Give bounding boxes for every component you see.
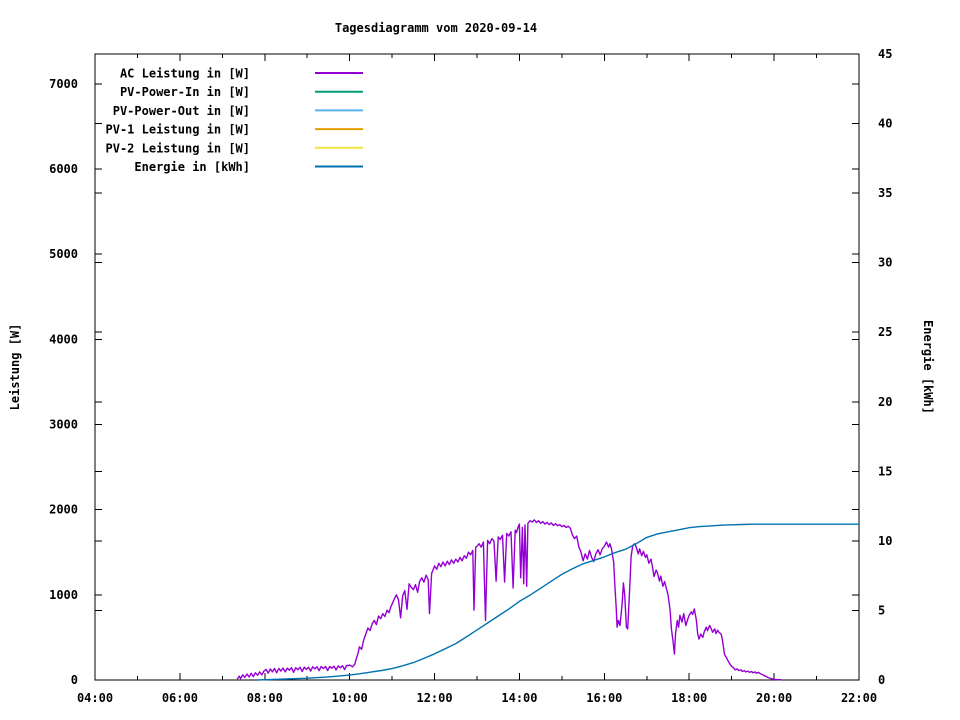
x-tick-label: 18:00 xyxy=(671,691,707,705)
y1-tick-label: 3000 xyxy=(49,417,78,431)
x-tick-label: 14:00 xyxy=(501,691,537,705)
legend-entry-label: PV-2 Leistung in [W] xyxy=(106,141,251,155)
y2-tick-label: 40 xyxy=(878,117,892,131)
y1-tick-label: 5000 xyxy=(49,247,78,261)
legend: AC Leistung in [W] PV-Power-In in [W] PV-P… xyxy=(106,67,363,174)
energie-curve xyxy=(257,523,859,681)
y2-tick-label: 35 xyxy=(878,186,892,200)
legend-entry-label: PV-Power-In in [W] xyxy=(120,85,250,99)
y2-tick-label: 10 xyxy=(878,534,892,548)
data-curves xyxy=(236,519,859,681)
x-tick-label: 04:00 xyxy=(77,691,113,705)
y-axis-label: Leistung [W] xyxy=(8,324,22,411)
x-tick-label: 16:00 xyxy=(586,691,622,705)
legend-entry-label: Energie in [kWh] xyxy=(134,160,250,174)
y1-tick-label: 1000 xyxy=(49,588,78,602)
y2-tick-label: 45 xyxy=(878,47,892,61)
ac-curve xyxy=(236,519,782,681)
y2-tick-label: 30 xyxy=(878,256,892,270)
x-tick-label: 08:00 xyxy=(247,691,283,705)
y2-tick-label: 20 xyxy=(878,395,892,409)
chart-canvas: Tagesdiagramm vom 2020-09-14 Leistung [W… xyxy=(0,0,960,720)
legend-entry-label: AC Leistung in [W] xyxy=(120,67,250,81)
y2-tick-label: 15 xyxy=(878,464,892,478)
chart-title: Tagesdiagramm vom 2020-09-14 xyxy=(335,21,537,35)
y1-tick-label: 7000 xyxy=(49,77,78,91)
y2-tick-label: 0 xyxy=(878,673,885,687)
x-tick-label: 10:00 xyxy=(332,691,368,705)
tagesdiagramm-chart: Tagesdiagramm vom 2020-09-14 Leistung [W… xyxy=(8,21,935,705)
y1-tick-label: 2000 xyxy=(49,503,78,517)
x-tick-label: 22:00 xyxy=(841,691,877,705)
legend-entry-label: PV-1 Leistung in [W] xyxy=(106,123,251,137)
y2-tick-label: 5 xyxy=(878,603,885,617)
y2-tick-label: 25 xyxy=(878,325,892,339)
y2-axis-label: Energie [kWh] xyxy=(921,320,935,414)
legend-entry-label: PV-Power-Out in [W] xyxy=(113,104,250,118)
x-tick-label: 06:00 xyxy=(162,691,198,705)
x-tick-label: 20:00 xyxy=(756,691,792,705)
y1-tick-label: 4000 xyxy=(49,332,78,346)
y1-tick-label: 0 xyxy=(71,673,78,687)
y1-tick-label: 6000 xyxy=(49,162,78,176)
x-tick-label: 12:00 xyxy=(416,691,452,705)
